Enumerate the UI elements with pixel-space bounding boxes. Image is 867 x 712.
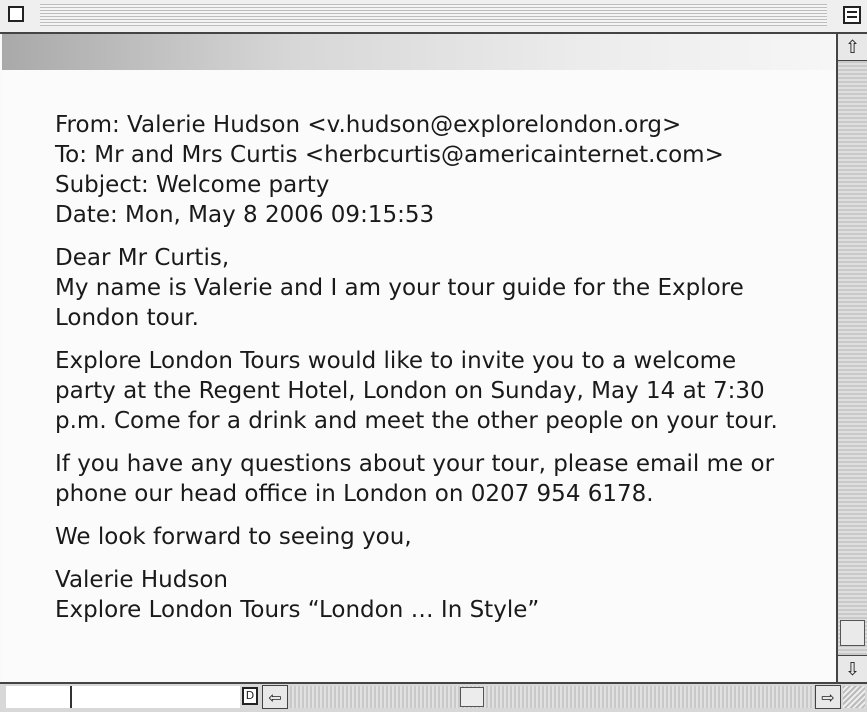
horizontal-scrollbar[interactable]: D ⇦ ⇨ — [0, 682, 867, 712]
close-box-icon[interactable] — [8, 6, 24, 22]
email-message: From: Valerie Hudson <v.hudson@explorelo… — [55, 110, 825, 625]
email-invite-line: party at the Regent Hotel, London on Sun… — [55, 378, 765, 404]
mail-window: From: Valerie Hudson <v.hudson@explorelo… — [0, 0, 867, 712]
email-invite-line: Explore London Tours would like to invit… — [55, 348, 737, 374]
horizontal-scroll-track[interactable] — [290, 686, 815, 708]
email-questions-line: phone our head office in London on 0207 … — [55, 481, 654, 507]
message-header-band — [2, 34, 835, 70]
horizontal-scroll-thumb[interactable] — [460, 687, 484, 707]
arrow-up-icon[interactable]: ⇧ — [838, 34, 867, 61]
page-icon[interactable]: D — [242, 687, 258, 705]
zoom-box-icon[interactable] — [843, 6, 861, 24]
email-closing: We look forward to seeing you, — [55, 524, 412, 550]
title-bar-stripes — [40, 4, 827, 26]
resize-grip-icon[interactable] — [843, 686, 865, 708]
email-intro-line: London tour. — [55, 305, 199, 331]
status-field-secondary — [72, 686, 240, 708]
email-signature-name: Valerie Hudson — [55, 567, 228, 593]
status-field — [6, 686, 72, 708]
email-invite-line: p.m. Come for a drink and meet the other… — [55, 408, 778, 434]
email-intro-line: My name is Valerie and I am your tour gu… — [55, 275, 744, 301]
vertical-scroll-thumb[interactable] — [840, 620, 865, 646]
email-greeting: Dear Mr Curtis, — [55, 245, 230, 271]
email-questions-line: If you have any questions about your tou… — [55, 451, 775, 477]
arrow-right-icon[interactable]: ⇨ — [815, 685, 841, 709]
email-date: Date: Mon, May 8 2006 09:15:53 — [55, 202, 435, 228]
vertical-scroll-track[interactable] — [838, 61, 867, 655]
vertical-scrollbar[interactable]: ⇧ ⇩ — [836, 34, 867, 682]
email-signature-company: Explore London Tours “London … In Style” — [55, 597, 540, 623]
email-subject: Subject: Welcome party — [55, 172, 330, 198]
email-from: From: Valerie Hudson <v.hudson@explorelo… — [55, 112, 682, 138]
arrow-down-icon[interactable]: ⇩ — [838, 655, 867, 682]
email-to: To: Mr and Mrs Curtis <herbcurtis@americ… — [55, 142, 724, 168]
arrow-left-icon[interactable]: ⇦ — [262, 685, 288, 709]
title-bar[interactable] — [0, 0, 867, 34]
